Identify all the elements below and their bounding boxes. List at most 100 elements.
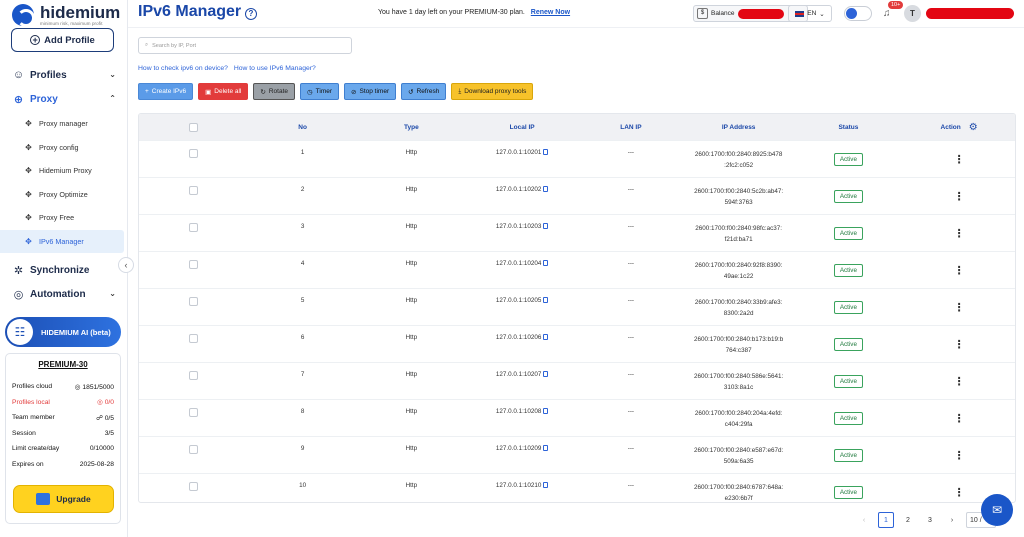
prev-page-button[interactable]: ‹	[856, 512, 872, 528]
copy-icon[interactable]	[543, 482, 549, 488]
rotate-button[interactable]: ↻ Rotate	[253, 83, 295, 100]
globe-icon: ⊕	[13, 93, 24, 106]
local-ip-text: 127.0.0.1:10207	[495, 371, 542, 378]
row-checkbox[interactable]	[189, 186, 199, 195]
cell-type: Http	[405, 149, 418, 156]
local-ip-text: 127.0.0.1:10209	[495, 445, 542, 452]
sidebar-item-synchronize[interactable]: ✲ Synchronize	[0, 259, 128, 281]
more-options-icon[interactable]: ⋮	[954, 264, 965, 277]
top-header: IPv6 Manager ? You have 1 day left on yo…	[128, 0, 1024, 28]
help-icon[interactable]: ?	[245, 8, 257, 20]
page-3-button[interactable]: 3	[922, 512, 938, 528]
copy-icon[interactable]	[543, 186, 549, 192]
copy-icon[interactable]	[543, 334, 549, 340]
sidebar-item-hidemium-proxy[interactable]: ✥ Hidemium Proxy	[0, 159, 128, 183]
plus-icon: +	[30, 35, 41, 45]
timer-button[interactable]: ◷ Timer	[300, 83, 340, 100]
brand-logo[interactable]: hidemium minimum risk, maximum profit	[12, 4, 120, 27]
chevron-down-icon: ⌄	[819, 10, 825, 18]
status-badge: Active	[833, 226, 863, 240]
plan-row-expires-on: Expires on 2025-08-28	[12, 457, 114, 473]
local-ip-text: 127.0.0.1:10202	[495, 186, 542, 193]
sidebar-item-proxy-config[interactable]: ✥ Proxy config	[0, 136, 128, 160]
col-ip-address[interactable]: IP Address	[684, 122, 794, 133]
row-checkbox[interactable]	[189, 149, 199, 158]
more-options-icon[interactable]: ⋮	[954, 412, 965, 425]
plan-row-label: Profiles cloud	[12, 383, 53, 391]
create-ipv6-button[interactable]: + Create IPv6	[138, 83, 194, 100]
sidebar-item-proxy-manager[interactable]: ✥ Proxy manager	[0, 112, 128, 136]
language-select[interactable]: EN ⌄	[788, 5, 832, 22]
plan-row-value: 2025-08-28	[79, 460, 114, 468]
upgrade-button[interactable]: Upgrade	[13, 485, 114, 513]
col-local-ip[interactable]: Local IP	[466, 124, 578, 131]
sidebar-item-label: IPv6 Manager	[39, 236, 84, 246]
renew-now-link[interactable]: Renew Now	[531, 9, 570, 16]
cell-ip-address: 2600:1700:f00:2840:98fc:ac37: f21d:ba71	[684, 215, 794, 245]
hidemium-ai-button[interactable]: ☷ HIDEMIUM AI (beta)	[5, 317, 121, 347]
search-input[interactable]: ⌕ Search by IP, Port	[138, 37, 352, 54]
action-toolbar: + Create IPv6 ▣ Delete all ↻ Rotate ◷ Timer …	[138, 83, 534, 100]
more-options-icon[interactable]: ⋮	[954, 375, 965, 388]
wallet-icon: $	[697, 8, 708, 19]
ip-line-2: 764:c387	[725, 347, 752, 354]
bell-icon[interactable]: ♫	[883, 8, 891, 19]
table-header: No Type Local IP LAN IP IP Address Statu…	[139, 114, 1015, 140]
more-options-icon[interactable]: ⋮	[954, 449, 965, 462]
avatar[interactable]: T	[904, 5, 921, 22]
more-options-icon[interactable]: ⋮	[954, 153, 965, 166]
sidebar-item-profiles[interactable]: ☺ Profiles ⌄	[0, 64, 128, 86]
gear-icon[interactable]: ⚙	[969, 122, 978, 133]
copy-icon[interactable]	[543, 371, 549, 377]
row-checkbox[interactable]	[189, 297, 199, 306]
copy-icon[interactable]	[543, 408, 549, 414]
use-ipv6-manager-link[interactable]: How to use IPv6 Manager?	[234, 65, 316, 72]
row-checkbox[interactable]	[189, 260, 199, 269]
next-page-button[interactable]: ›	[944, 512, 960, 528]
more-options-icon[interactable]: ⋮	[954, 486, 965, 499]
theme-toggle[interactable]	[844, 6, 872, 21]
more-options-icon[interactable]: ⋮	[954, 338, 965, 351]
copy-icon[interactable]	[543, 445, 549, 451]
row-checkbox[interactable]	[189, 445, 199, 454]
more-options-icon[interactable]: ⋮	[954, 301, 965, 314]
sidebar-item-automation[interactable]: ◎ Automation ⌄	[0, 283, 128, 305]
ip-line-2: :2fc2:c052	[724, 162, 754, 169]
add-profile-button[interactable]: + Add Profile	[11, 28, 114, 52]
refresh-button[interactable]: ↺ Refresh	[401, 83, 447, 100]
chat-support-button[interactable]: ✉	[981, 494, 1013, 526]
row-checkbox[interactable]	[189, 223, 199, 232]
row-checkbox[interactable]	[189, 482, 199, 491]
col-type[interactable]: Type	[357, 124, 467, 131]
more-options-icon[interactable]: ⋮	[954, 190, 965, 203]
cell-type: Http	[405, 223, 418, 230]
plan-row-value: 3/5	[104, 429, 114, 437]
sidebar-item-proxy-optimize[interactable]: ✥ Proxy Optimize	[0, 183, 128, 207]
select-all-checkbox[interactable]	[189, 122, 199, 132]
row-checkbox[interactable]	[189, 334, 199, 343]
stop-icon: ⊘	[351, 88, 357, 96]
copy-icon[interactable]	[543, 297, 549, 303]
col-no[interactable]: No	[249, 124, 357, 131]
sidebar-item-proxy-free[interactable]: ✥ Proxy Free	[0, 206, 128, 230]
collapse-sidebar-button[interactable]: ‹	[118, 257, 134, 273]
cell-local-ip: 127.0.0.1:10209	[466, 437, 578, 452]
download-proxy-tools-button[interactable]: ⤓ Download proxy tools	[451, 83, 534, 100]
sidebar-item-ipv6-manager[interactable]: ✥ IPv6 Manager	[0, 229, 124, 253]
ai-label: HIDEMIUM AI (beta)	[41, 327, 111, 337]
copy-icon[interactable]	[543, 260, 549, 266]
col-status[interactable]: Status	[794, 124, 904, 131]
page-2-button[interactable]: 2	[900, 512, 916, 528]
delete-all-button[interactable]: ▣ Delete all	[198, 83, 249, 100]
copy-icon[interactable]	[543, 223, 549, 229]
row-checkbox[interactable]	[189, 408, 199, 417]
copy-icon[interactable]	[543, 149, 549, 155]
col-lan-ip[interactable]: LAN IP	[578, 124, 684, 131]
check-ipv6-link[interactable]: How to check ipv6 on device?	[138, 65, 228, 72]
page-1-button[interactable]: 1	[878, 512, 894, 528]
sidebar-item-proxy[interactable]: ⊕ Proxy ⌃	[0, 88, 128, 110]
stop-timer-button[interactable]: ⊘ Stop timer	[344, 83, 397, 100]
more-options-icon[interactable]: ⋮	[954, 227, 965, 240]
table-row: 6 Http 127.0.0.1:10206 --- 2600:1700:f00:284…	[139, 325, 1015, 362]
row-checkbox[interactable]	[189, 371, 199, 380]
